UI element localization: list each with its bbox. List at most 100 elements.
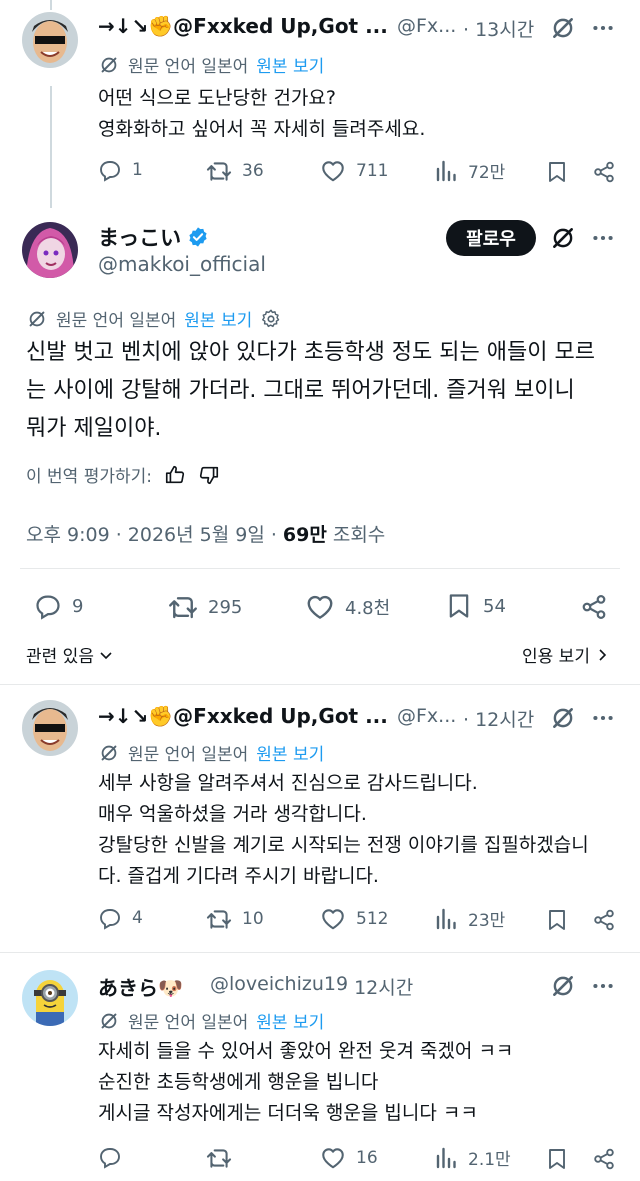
quotes-label: 인용 보기 xyxy=(522,647,590,667)
chevron-down-icon xyxy=(100,651,112,659)
post-text-line: 매우 억울하셨을 거라 생각합니다. xyxy=(98,803,367,825)
repost-button[interactable]: 10 xyxy=(206,906,264,932)
post-time[interactable]: · 13시간 xyxy=(463,15,534,42)
reply-icon xyxy=(98,158,122,182)
reply-count: 4 xyxy=(132,908,143,928)
views-button[interactable]: 72만 xyxy=(434,158,505,183)
post-text-line: 세부 사항을 알려주셔서 진심으로 감사드립니다. xyxy=(98,772,478,794)
more-icon[interactable] xyxy=(590,15,616,41)
like-button[interactable]: 4.8천 xyxy=(305,592,390,622)
post-time[interactable]: · 12시간 xyxy=(342,973,413,1000)
repost-count: 295 xyxy=(208,596,243,618)
author-handle[interactable]: @loveichizu19 xyxy=(210,973,348,995)
author-handle[interactable]: @makkoi_official xyxy=(98,252,266,276)
post-time[interactable]: · 12시간 xyxy=(463,705,534,732)
reply-icon xyxy=(98,1145,122,1169)
translate-icon xyxy=(26,308,48,330)
reply-button[interactable] xyxy=(98,1145,132,1169)
share-icon[interactable] xyxy=(592,160,616,184)
thumbs-up-icon[interactable] xyxy=(164,464,186,486)
repost-icon xyxy=(206,906,232,932)
translate-label: 원문 언어 일본어 xyxy=(128,1013,249,1033)
like-count: 512 xyxy=(356,909,389,929)
author-name[interactable]: →↓↘✊@Fxxked Up,Got ... xyxy=(98,14,388,38)
translate-label: 원문 언어 일본어 xyxy=(128,745,249,765)
reply-button[interactable]: 9 xyxy=(34,592,83,620)
share-icon[interactable] xyxy=(592,908,616,932)
avatar[interactable] xyxy=(22,970,78,1026)
bookmark-icon[interactable] xyxy=(545,1147,569,1171)
bookmark-button[interactable]: 54 xyxy=(445,592,506,620)
like-button[interactable]: 16 xyxy=(320,1145,378,1171)
avatar[interactable] xyxy=(22,700,78,756)
post-text-line: 신발 벗고 벤치에 앉아 있다가 초등학생 정도 되는 애들이 모르 xyxy=(26,340,595,365)
repost-button[interactable] xyxy=(206,1145,242,1171)
quotes-link[interactable]: 인용 보기 xyxy=(522,642,610,667)
repost-icon xyxy=(206,158,232,184)
reply-count: 1 xyxy=(132,160,143,180)
reply-button[interactable]: 1 xyxy=(98,158,143,182)
bookmark-icon[interactable] xyxy=(545,160,569,184)
grok-icon[interactable] xyxy=(550,705,576,731)
bookmark-icon xyxy=(445,592,473,620)
views-icon xyxy=(434,907,458,931)
reply-button[interactable]: 4 xyxy=(98,906,143,930)
show-original-link[interactable]: 원본 보기 xyxy=(256,52,324,77)
share-icon[interactable] xyxy=(580,593,608,621)
like-button[interactable]: 711 xyxy=(320,158,388,184)
post-text-line: 순진한 초등학생에게 행운을 빕니다 xyxy=(98,1071,379,1093)
grok-icon[interactable] xyxy=(550,15,576,41)
author-name[interactable]: まっこい xyxy=(98,222,181,252)
author-handle[interactable]: @Fx... xyxy=(397,705,456,727)
avatar[interactable] xyxy=(22,222,78,278)
follow-button[interactable]: 팔로우 xyxy=(446,220,536,256)
like-icon xyxy=(320,158,346,184)
show-original-link[interactable]: 원본 보기 xyxy=(256,740,324,765)
related-dropdown[interactable]: 관련 있음 xyxy=(26,642,114,667)
settings-icon[interactable] xyxy=(260,308,282,330)
author-name[interactable]: →↓↘✊@Fxxked Up,Got ... xyxy=(98,704,388,728)
share-icon[interactable] xyxy=(592,1147,616,1171)
reply-count: 9 xyxy=(72,595,84,617)
bookmark-count: 54 xyxy=(483,595,506,617)
like-icon xyxy=(320,1145,346,1171)
translate-icon xyxy=(98,742,120,764)
like-count: 4.8천 xyxy=(345,598,391,619)
show-original-link[interactable]: 원본 보기 xyxy=(184,306,252,331)
translate-label: 원문 언어 일본어 xyxy=(128,57,249,77)
more-icon[interactable] xyxy=(590,705,616,731)
verified-icon xyxy=(189,227,207,247)
like-button[interactable]: 512 xyxy=(320,906,388,932)
post-text-line: 강탈당한 신발을 계기로 시작되는 전쟁 이야기를 집필하겠습니 xyxy=(98,834,589,856)
translate-icon xyxy=(98,54,120,76)
views-total: 69만 xyxy=(282,524,327,546)
repost-icon xyxy=(168,592,198,622)
thumbs-down-icon[interactable] xyxy=(198,464,220,486)
translate-label: 원문 언어 일본어 xyxy=(56,311,177,331)
views-button[interactable]: 2.1만 xyxy=(434,1145,511,1170)
repost-icon xyxy=(206,1145,232,1171)
more-icon[interactable] xyxy=(590,225,616,251)
post-text-line: 영화화하고 싶어서 꼭 자세히 들려주세요. xyxy=(98,118,426,140)
repost-button[interactable]: 295 xyxy=(168,592,242,622)
more-icon[interactable] xyxy=(590,973,616,999)
grok-icon[interactable] xyxy=(550,973,576,999)
post-text-line: 자세히 들을 수 있어서 좋았어 완전 웃겨 죽겠어 ㅋㅋ xyxy=(98,1040,514,1062)
views-icon xyxy=(434,159,458,183)
rate-translation-label: 이 번역 평가하기: xyxy=(26,467,153,487)
post-text-line: 뭐가 제일이야. xyxy=(26,416,162,441)
post-timestamp[interactable]: 오후 9:09 · 2026년 5월 9일 · xyxy=(26,520,277,547)
grok-icon[interactable] xyxy=(550,225,576,251)
views-count: 2.1만 xyxy=(468,1150,511,1170)
views-button[interactable]: 23만 xyxy=(434,906,505,931)
post-text-line: 다. 즐겁게 기다려 주시기 바랍니다. xyxy=(98,865,379,887)
author-handle[interactable]: @Fx... xyxy=(397,15,456,37)
reply-icon xyxy=(98,906,122,930)
avatar[interactable] xyxy=(22,12,78,68)
repost-button[interactable]: 36 xyxy=(206,158,264,184)
translate-icon xyxy=(98,1010,120,1032)
show-original-link[interactable]: 원본 보기 xyxy=(256,1008,324,1033)
repost-count: 10 xyxy=(242,909,264,929)
bookmark-icon[interactable] xyxy=(545,908,569,932)
author-name[interactable]: あきら🐶 xyxy=(98,972,183,1001)
